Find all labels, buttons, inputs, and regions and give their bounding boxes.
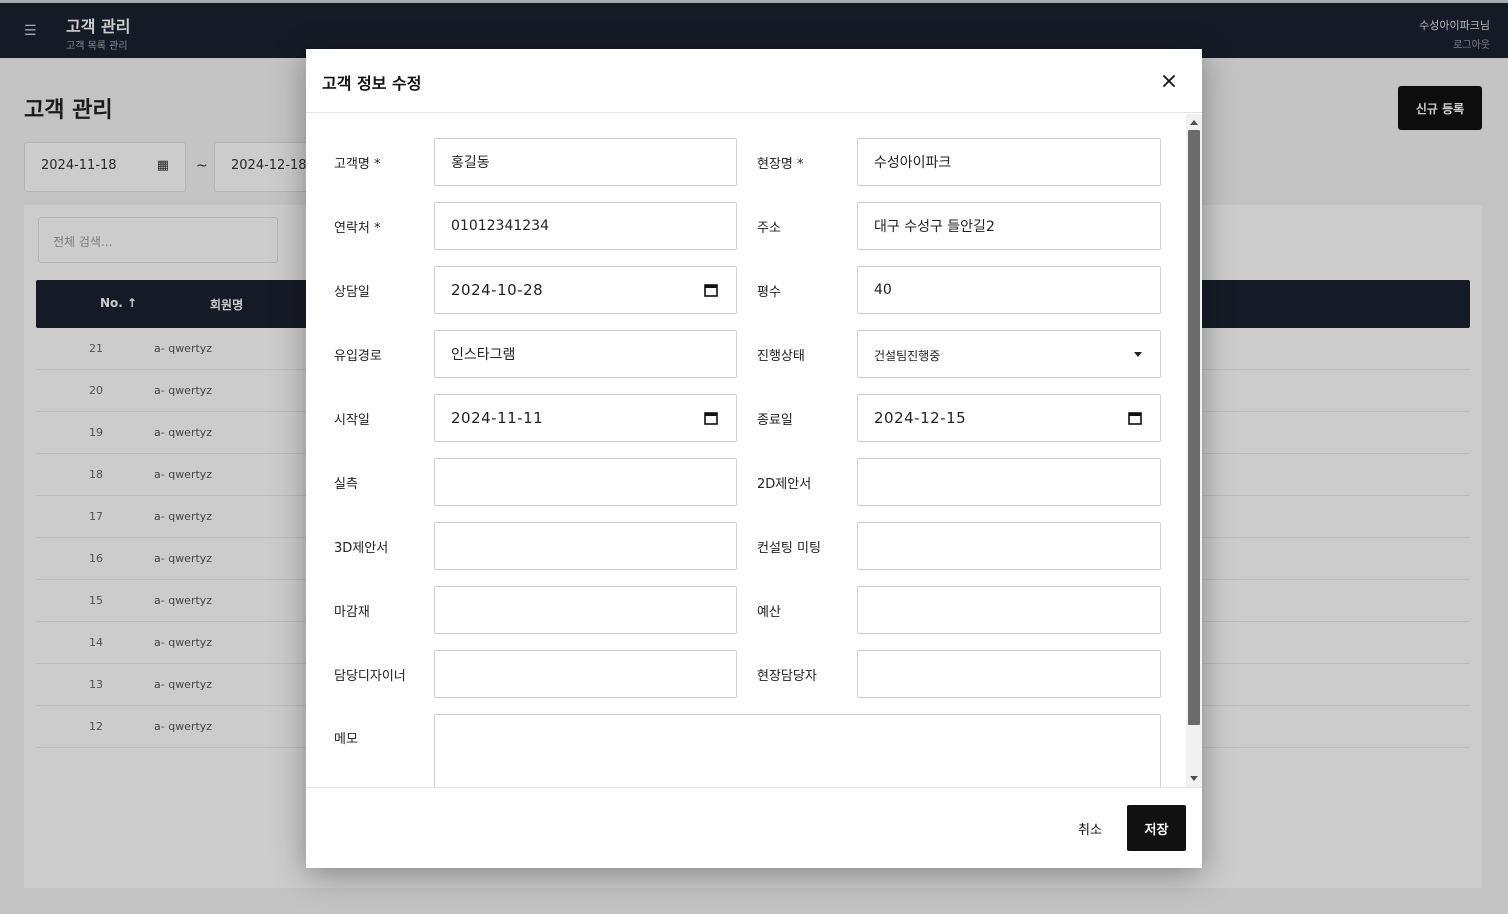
designer-label: 담당디자이너 [334,669,406,684]
source-input[interactable] [434,330,737,378]
start-date-input[interactable]: 2024-11-11 [434,394,737,442]
modal-header: 고객 정보 수정 [306,49,1202,113]
measure-input[interactable] [434,458,737,506]
designer-input[interactable] [434,650,737,698]
site-manager-input[interactable] [857,650,1161,698]
contact-label: 연락처 * [334,221,381,236]
budget-input[interactable] [857,586,1161,634]
consult-meeting-input[interactable] [857,522,1161,570]
scrollbar-thumb[interactable] [1188,130,1200,725]
scroll-down-icon[interactable] [1190,776,1198,781]
source-label: 유입경로 [334,349,382,364]
memo-textarea[interactable] [434,714,1161,787]
proposal-3d-label: 3D제안서 [334,541,389,556]
end-date-value: 2024-12-15 [874,409,967,427]
finishing-input[interactable] [434,586,737,634]
calendar-icon[interactable] [704,411,718,425]
save-button[interactable]: 저장 [1127,805,1186,851]
site-name-label: 현장명 * [757,157,804,172]
site-manager-label: 현장담당자 [757,669,817,684]
consult-date-label: 상담일 [334,285,370,300]
address-input[interactable] [857,202,1161,250]
finishing-label: 마감재 [334,605,370,620]
status-label: 진행상태 [757,349,805,364]
contact-input[interactable] [434,202,737,250]
address-label: 주소 [757,221,781,236]
status-select[interactable]: 건설팀진행중 [857,330,1161,378]
proposal-2d-label: 2D제안서 [757,477,812,492]
end-date-input[interactable]: 2024-12-15 [857,394,1161,442]
proposal-2d-input[interactable] [857,458,1161,506]
consult-date-value: 2024-10-28 [451,281,544,299]
modal-body: 고객명 * 현장명 * 연락처 * 주소 상담일 2024-10-28 평수 유… [306,114,1202,787]
site-name-input[interactable] [857,138,1161,186]
area-input[interactable] [857,266,1161,314]
cancel-button[interactable]: 취소 [1063,805,1117,851]
budget-label: 예산 [757,605,781,620]
consult-date-input[interactable]: 2024-10-28 [434,266,737,314]
chevron-down-icon [1134,352,1142,357]
modal-scrollbar[interactable] [1186,114,1202,787]
start-date-value: 2024-11-11 [451,409,544,427]
proposal-3d-input[interactable] [434,522,737,570]
status-value: 건설팀진행중 [874,349,941,363]
customer-name-label: 고객명 * [334,157,381,172]
edit-customer-modal: 고객 정보 수정 고객명 * 현장명 * 연락처 * 주소 상담일 2024-1… [306,49,1202,868]
calendar-icon[interactable] [1128,411,1142,425]
close-icon [1163,75,1175,87]
area-label: 평수 [757,285,781,300]
end-date-label: 종료일 [757,413,793,428]
scroll-up-icon[interactable] [1190,120,1198,125]
memo-label: 메모 [334,732,358,747]
modal-footer: 취소 저장 [306,787,1202,868]
calendar-icon[interactable] [704,283,718,297]
customer-name-input[interactable] [434,138,737,186]
close-button[interactable] [1155,67,1183,95]
measure-label: 실측 [334,477,358,492]
consult-meeting-label: 컨설팅 미팅 [757,541,821,556]
start-date-label: 시작일 [334,413,370,428]
modal-title: 고객 정보 수정 [322,74,422,93]
